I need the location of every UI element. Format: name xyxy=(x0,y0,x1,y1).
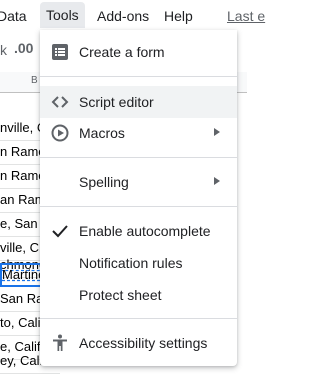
create-form-label: Create a form xyxy=(79,44,165,60)
submenu-arrow-icon xyxy=(214,128,220,136)
menu-data[interactable]: Data xyxy=(0,8,27,24)
tools-menu: Create a form Script editor Macros Spell… xyxy=(40,30,237,366)
notification-rules-item[interactable]: Notification rules xyxy=(40,247,237,279)
check-icon xyxy=(50,221,70,241)
script-editor-label: Script editor xyxy=(79,94,154,110)
notification-rules-label: Notification rules xyxy=(79,255,183,271)
spelling-item[interactable]: Spelling xyxy=(40,166,237,198)
accessibility-icon xyxy=(50,333,70,353)
enable-autocomplete-item[interactable]: Enable autocomplete xyxy=(40,215,237,247)
protect-sheet-label: Protect sheet xyxy=(79,287,162,303)
macros-item[interactable]: Macros xyxy=(40,117,237,149)
spelling-label: Spelling xyxy=(79,174,129,190)
submenu-arrow-icon xyxy=(214,177,220,185)
protect-sheet-item[interactable]: Protect sheet xyxy=(40,279,237,311)
menu-help[interactable]: Help xyxy=(164,8,193,24)
create-form-item[interactable]: Create a form xyxy=(40,36,237,68)
increase-decimal-button[interactable]: .00 xyxy=(14,40,33,56)
script-editor-item[interactable]: Script editor xyxy=(40,86,237,118)
macros-label: Macros xyxy=(79,125,125,141)
last-edit-link[interactable]: Last e xyxy=(227,8,265,24)
menu-divider xyxy=(40,206,237,207)
toolbar-k[interactable]: k xyxy=(0,42,7,58)
code-icon xyxy=(50,92,70,112)
menu-divider xyxy=(40,157,237,158)
accessibility-settings-item[interactable]: Accessibility settings xyxy=(40,327,237,359)
column-header-b[interactable]: B xyxy=(31,75,38,86)
menu-bar: Data Tools Add-ons Help Last e xyxy=(0,0,265,30)
menu-divider xyxy=(40,76,237,77)
enable-autocomplete-label: Enable autocomplete xyxy=(79,223,211,239)
play-circle-icon xyxy=(50,123,70,143)
form-icon xyxy=(50,42,70,62)
accessibility-settings-label: Accessibility settings xyxy=(79,335,208,351)
menu-tools[interactable]: Tools xyxy=(40,2,85,28)
menu-addons[interactable]: Add-ons xyxy=(97,8,149,24)
menu-divider xyxy=(40,318,237,319)
